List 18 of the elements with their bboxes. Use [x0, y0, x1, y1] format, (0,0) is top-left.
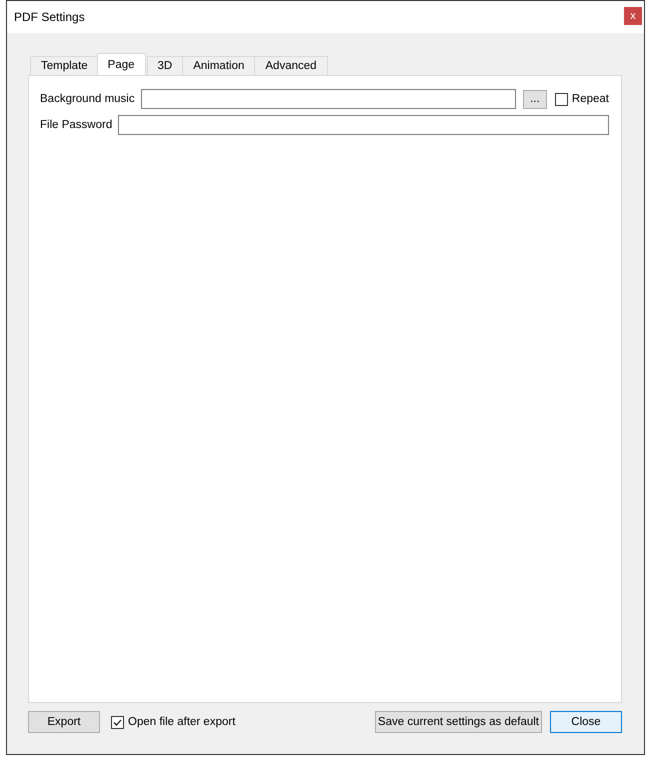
- close-button[interactable]: Close: [550, 711, 622, 733]
- tab[interactable]: 3D: [146, 56, 184, 75]
- tab[interactable]: Template: [30, 56, 99, 75]
- browse-button[interactable]: ...: [522, 90, 547, 108]
- password-field[interactable]: [118, 115, 609, 135]
- checkbox-label: Repeat: [572, 93, 609, 105]
- checkbox-label: Open file after export: [128, 716, 236, 728]
- input-field[interactable]: [140, 89, 516, 109]
- field-label: Background music: [40, 93, 135, 105]
- field-label: File Password: [40, 119, 112, 131]
- close-button[interactable]: x: [624, 6, 642, 24]
- checkbox[interactable]: [111, 716, 124, 728]
- save-default-button[interactable]: Save current settings as default: [374, 711, 542, 733]
- export-button[interactable]: Export: [28, 711, 100, 733]
- checkbox[interactable]: [554, 92, 568, 106]
- tab[interactable]: Advanced: [254, 56, 328, 75]
- window-title: PDF Settings: [14, 10, 85, 24]
- tab[interactable]: Page: [96, 53, 146, 75]
